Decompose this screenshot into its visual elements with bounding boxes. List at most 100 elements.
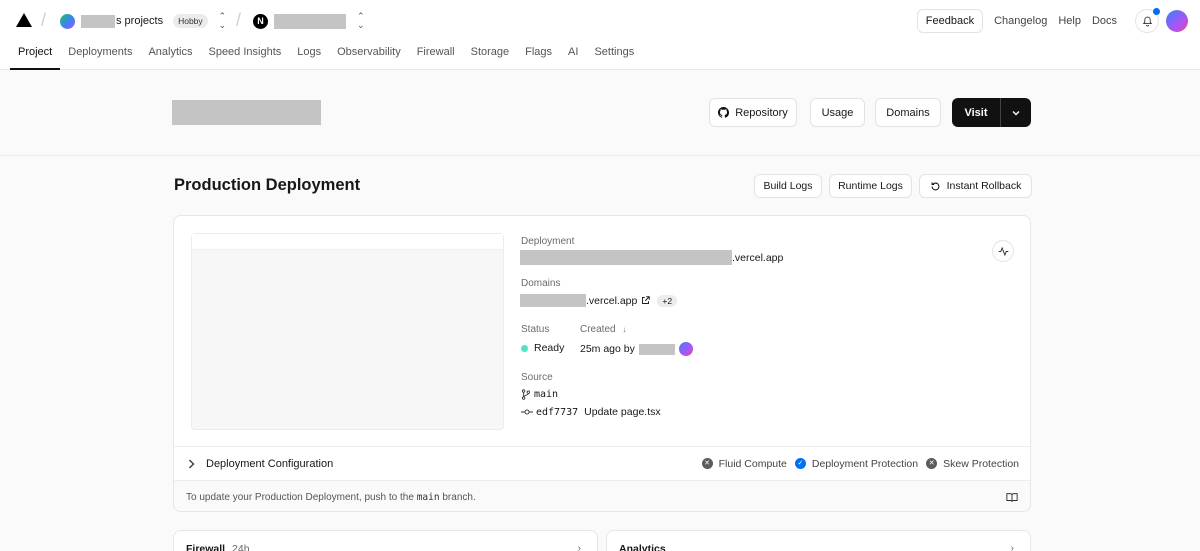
plan-badge: Hobby: [173, 14, 208, 28]
source-commit[interactable]: edf7737 Update page.tsx: [521, 406, 661, 418]
firewall-card[interactable]: Firewall 24h ›: [173, 530, 598, 551]
github-icon: [718, 107, 730, 118]
deployment-footer: To update your Production Deployment, pu…: [174, 480, 1030, 511]
redacted-project-title: [172, 100, 321, 125]
book-icon[interactable]: [1006, 492, 1018, 503]
deployment-preview[interactable]: [191, 233, 504, 430]
tab-storage[interactable]: Storage: [463, 43, 518, 70]
redacted-creator: [638, 343, 675, 355]
deployment-configuration-label: Deployment Configuration: [206, 457, 334, 470]
notification-dot: [1153, 8, 1160, 15]
footer-branch: main: [416, 491, 440, 503]
feedback-button[interactable]: Feedback: [916, 9, 984, 33]
firewall-period: 24h: [232, 543, 250, 551]
bell-icon: [1142, 16, 1152, 26]
breadcrumb-separator: /: [236, 10, 242, 30]
build-logs-button[interactable]: Build Logs: [754, 174, 822, 198]
usage-button[interactable]: Usage: [810, 98, 865, 127]
deployment-url-suffix: .vercel.app: [732, 251, 784, 264]
user-avatar[interactable]: [1166, 10, 1188, 32]
feature-label: Deployment Protection: [811, 457, 919, 470]
redacted-deployment-url: [520, 250, 732, 265]
visit-button-group: Visit: [952, 98, 1031, 127]
tab-settings[interactable]: Settings: [586, 43, 642, 70]
feature-list: ✕ Fluid Compute ✓ Deployment Protection …: [694, 458, 1019, 470]
redacted-domain: [520, 294, 586, 307]
project-switcher[interactable]: N ⌃ ⌄: [253, 12, 365, 30]
project-tabs: Project Deployments Analytics Speed Insi…: [10, 43, 642, 70]
analytics-card[interactable]: Analytics ›: [606, 530, 1031, 551]
breadcrumb-separator: /: [41, 10, 47, 30]
domain-link[interactable]: .vercel.app: [586, 295, 637, 307]
sort-icon[interactable]: ↓: [622, 325, 626, 334]
tab-firewall[interactable]: Firewall: [409, 43, 463, 70]
git-branch-icon: [521, 389, 531, 400]
build-logs-label: Build Logs: [763, 180, 813, 192]
runtime-logs-label: Runtime Logs: [838, 180, 903, 192]
team-avatar: [60, 13, 75, 29]
activity-button[interactable]: [992, 240, 1014, 262]
chevron-right-icon: ›: [1010, 543, 1014, 551]
created-label-text: Created: [580, 324, 616, 335]
changelog-link[interactable]: Changelog: [994, 15, 1047, 27]
created-text: 25m ago by: [580, 343, 635, 355]
visit-options-button[interactable]: [1001, 98, 1031, 127]
chevron-up-down-icon: ⌃ ⌄: [357, 11, 365, 30]
source-branch[interactable]: main: [521, 389, 558, 400]
chevron-right-icon: [189, 459, 195, 468]
footer-text-after: branch.: [442, 491, 476, 503]
top-navigation: / s projects Hobby ⌃ ⌄ / N ⌃ ⌄ Feedback Ch…: [0, 0, 1200, 70]
team-switcher[interactable]: s projects Hobby ⌃ ⌄: [60, 12, 226, 30]
repository-button[interactable]: Repository: [709, 98, 797, 127]
domains-button[interactable]: Domains: [875, 98, 941, 127]
check-circle-icon: ✓: [794, 458, 806, 469]
tab-logs[interactable]: Logs: [289, 43, 329, 70]
domains-label: Domains: [521, 278, 561, 289]
tab-project[interactable]: Project: [10, 43, 61, 70]
firewall-card-title: Firewall 24h: [186, 543, 250, 551]
domain-entry: .vercel.app +2: [520, 294, 678, 307]
domains-label: Domains: [886, 106, 930, 119]
analytics-card-title: Analytics: [619, 543, 666, 551]
team-name: s projects: [116, 15, 164, 27]
creator-avatar: [678, 342, 693, 356]
tab-observability[interactable]: Observability: [329, 43, 409, 70]
status-value: Ready: [521, 342, 564, 354]
domains-count-badge[interactable]: +2: [657, 294, 678, 307]
rollback-icon: [931, 181, 940, 190]
external-link-icon[interactable]: [641, 296, 651, 305]
tab-ai[interactable]: AI: [560, 43, 586, 70]
source-label: Source: [521, 372, 553, 383]
chevron-down-icon: [1012, 110, 1020, 115]
vercel-logo-icon[interactable]: [16, 13, 32, 27]
redacted-project-name: [274, 13, 346, 29]
runtime-logs-button[interactable]: Runtime Logs: [829, 174, 912, 198]
tab-speed-insights[interactable]: Speed Insights: [200, 43, 289, 70]
repository-label: Repository: [735, 106, 788, 119]
deployment-url[interactable]: .vercel.app: [520, 250, 783, 265]
redacted-team-name: [81, 14, 115, 28]
nextjs-logo-icon: N: [253, 13, 268, 29]
preview-header: [192, 234, 503, 250]
deployment-configuration-row[interactable]: Deployment Configuration ✕ Fluid Compute…: [174, 446, 1030, 480]
feature-label: Skew Protection: [943, 457, 1019, 470]
feature-skew-protection: ✕ Skew Protection: [926, 458, 1019, 470]
tab-analytics[interactable]: Analytics: [140, 43, 200, 70]
tab-deployments[interactable]: Deployments: [60, 43, 140, 70]
instant-rollback-button[interactable]: Instant Rollback: [919, 174, 1032, 198]
footer-hint: To update your Production Deployment, pu…: [186, 492, 476, 503]
visit-button[interactable]: Visit: [952, 98, 1001, 127]
tab-flags[interactable]: Flags: [517, 43, 560, 70]
docs-link[interactable]: Docs: [1092, 15, 1117, 27]
feature-deployment-protection: ✓ Deployment Protection: [794, 457, 919, 470]
notifications-button[interactable]: [1135, 8, 1160, 33]
x-circle-icon: ✕: [926, 458, 938, 469]
status-text: Ready: [534, 342, 565, 354]
firewall-title: Firewall: [186, 543, 226, 551]
instant-rollback-label: Instant Rollback: [946, 180, 1022, 192]
help-link[interactable]: Help: [1058, 15, 1081, 27]
ready-status-dot: [521, 344, 528, 352]
branch-name: main: [534, 389, 559, 400]
activity-icon: [998, 246, 1008, 256]
page-title: Production Deployment: [174, 176, 361, 194]
